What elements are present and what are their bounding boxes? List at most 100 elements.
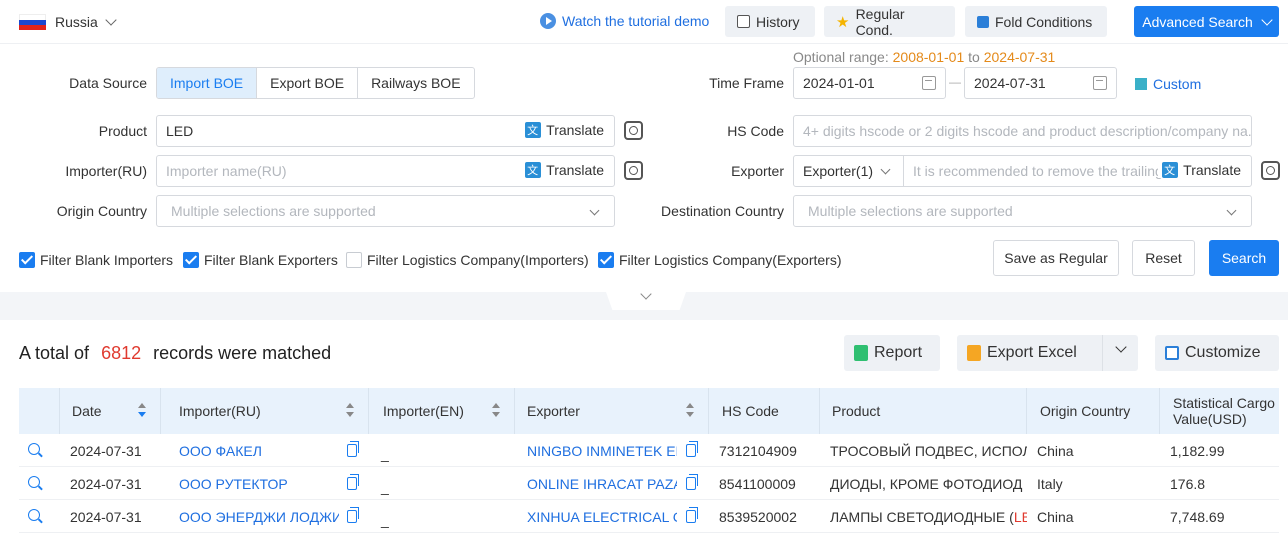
product-text: ЛАМПЫ СВЕТОДИОДНЫЕ (	[830, 508, 1014, 525]
sort-icon[interactable]	[492, 403, 500, 419]
cell-importer-ru[interactable]: ООО ФАКЕЛ	[169, 434, 339, 467]
checkbox-checked-icon	[19, 252, 35, 268]
column-header-exporter[interactable]: Exporter	[515, 388, 709, 434]
cell-value: 1,182.99	[1170, 442, 1225, 459]
chevron-down-icon	[1115, 341, 1127, 353]
product-input[interactable]: LED Translate	[156, 115, 615, 147]
reset-button[interactable]: Reset	[1132, 240, 1195, 276]
search-button[interactable]: Search	[1209, 240, 1279, 276]
exporter-search-icon[interactable]	[1261, 161, 1280, 180]
cell-date: 2024-07-31	[70, 475, 142, 492]
custom-range-link[interactable]: Custom	[1135, 76, 1201, 92]
copy-icon[interactable]	[347, 474, 359, 490]
date-separator: —	[949, 75, 961, 89]
date-from-input[interactable]: 2024-01-01	[793, 67, 946, 99]
origin-country-select[interactable]: Multiple selections are supported	[156, 195, 615, 227]
customize-button[interactable]: Customize	[1155, 335, 1279, 371]
cell-importer-ru[interactable]: ООО РУТЕКТОР	[169, 467, 339, 500]
date-from-value: 2024-01-01	[803, 75, 875, 91]
translate-label: Translate	[1183, 162, 1241, 178]
save-as-regular-button[interactable]: Save as Regular	[993, 240, 1119, 276]
regular-cond-button[interactable]: ★ Regular Cond.	[824, 6, 955, 38]
exporter-input[interactable]: It is recommended to remove the trailing…	[903, 155, 1252, 187]
export-boe-option[interactable]: Export BOE	[257, 68, 359, 98]
export-options-dropdown[interactable]	[1102, 335, 1138, 371]
fold-conditions-button[interactable]: Fold Conditions	[965, 6, 1107, 37]
russia-flag-icon	[19, 13, 46, 31]
exporter-translate-button[interactable]: Translate	[1158, 162, 1241, 178]
importer-search-icon[interactable]	[624, 161, 643, 180]
destination-country-select[interactable]: Multiple selections are supported	[793, 195, 1252, 227]
advanced-search-label: Advanced Search	[1142, 13, 1253, 30]
results-suffix: records were matched	[153, 343, 332, 363]
copy-icon[interactable]	[686, 507, 698, 523]
importer-translate-button[interactable]: Translate	[521, 162, 604, 178]
collapse-toggle[interactable]	[606, 292, 686, 310]
cell-hs-code: 7312104909	[719, 442, 797, 459]
filter-logistics-importers-checkbox[interactable]: Filter Logistics Company(Importers)	[346, 252, 589, 268]
import-boe-option[interactable]: Import BOE	[157, 68, 258, 98]
product-text: ТРОСОВЫЙ ПОДВЕС, ИСПОЛ	[830, 442, 1027, 459]
country-name: Russia	[55, 14, 98, 30]
cell-importer-en: _	[381, 511, 389, 528]
hs-code-input[interactable]: 4+ digits hscode or 2 digits hscode and …	[793, 115, 1252, 147]
custom-icon	[1135, 78, 1147, 90]
sort-icon[interactable]	[686, 403, 694, 419]
date-to-input[interactable]: 2024-07-31	[964, 67, 1117, 99]
hs-code-placeholder: 4+ digits hscode or 2 digits hscode and …	[803, 123, 1252, 139]
product-value: LED	[166, 123, 194, 139]
cell-exporter[interactable]: NINGBO INMINETEK EL	[517, 434, 677, 467]
report-icon	[854, 345, 868, 361]
filter-blank-importers-checkbox[interactable]: Filter Blank Importers	[19, 252, 173, 268]
calendar-icon	[1093, 76, 1107, 90]
cell-importer-ru[interactable]: ООО ЭНЕРДЖИ ЛОДЖИС	[169, 500, 339, 533]
origin-country-label: Origin Country	[56, 203, 147, 219]
table-header: Date Importer(RU) Importer(EN) Exporter …	[19, 388, 1279, 434]
history-button[interactable]: History	[725, 6, 815, 37]
column-header-label: Importer(EN)	[383, 403, 464, 419]
report-button[interactable]: Report	[844, 335, 940, 371]
translate-label: Translate	[546, 122, 604, 138]
cell-date: 2024-07-31	[70, 442, 142, 459]
report-label: Report	[874, 344, 923, 361]
exporter-type-select[interactable]: Exporter(1)	[793, 155, 904, 187]
calendar-icon	[922, 76, 936, 90]
export-excel-button[interactable]: Export Excel	[957, 335, 1102, 371]
copy-icon[interactable]	[686, 441, 698, 457]
copy-icon[interactable]	[347, 507, 359, 523]
filter-blank-exporters-checkbox[interactable]: Filter Blank Exporters	[183, 252, 338, 268]
country-selector[interactable]: Russia	[19, 12, 117, 32]
cell-exporter[interactable]: ONLINE IHRACAT PAZA	[517, 467, 677, 500]
cell-exporter[interactable]: XINHUA ELECTRICAL C	[517, 500, 677, 533]
column-header-label: Importer(RU)	[179, 403, 261, 419]
date-to-value: 2024-07-31	[974, 75, 1046, 91]
column-header-value: Statistical Cargo Value(USD)	[1173, 395, 1275, 427]
view-detail-icon[interactable]	[28, 509, 40, 521]
cell-origin: China	[1037, 442, 1074, 459]
importer-input[interactable]: Importer name(RU) Translate	[156, 155, 615, 187]
product-search-icon[interactable]	[624, 121, 643, 140]
sort-icon[interactable]	[346, 403, 354, 419]
translate-icon	[1162, 162, 1179, 178]
view-detail-icon[interactable]	[28, 443, 40, 455]
copy-icon[interactable]	[686, 474, 698, 490]
product-translate-button[interactable]: Translate	[521, 122, 604, 138]
tutorial-link[interactable]: Watch the tutorial demo	[540, 13, 709, 29]
importer-placeholder: Importer name(RU)	[166, 163, 287, 179]
column-header-importer-ru[interactable]: Importer(RU)	[161, 388, 369, 434]
column-header-importer-en[interactable]: Importer(EN)	[369, 388, 515, 434]
filter-label: Filter Blank Exporters	[204, 252, 338, 268]
product-label: Product	[98, 123, 147, 139]
view-detail-icon[interactable]	[28, 476, 40, 488]
cell-value: 176.8	[1170, 475, 1206, 492]
railways-boe-option[interactable]: Railways BOE	[358, 68, 473, 98]
optional-range-to-word: to	[968, 49, 980, 65]
advanced-search-button[interactable]: Advanced Search	[1134, 6, 1279, 37]
copy-icon[interactable]	[347, 441, 359, 457]
table-row: 2024-07-31 ООО РУТЕКТОР _ ONLINE IHRACAT…	[19, 467, 1279, 500]
column-header-origin: Origin Country	[1027, 388, 1160, 434]
sort-icon[interactable]	[138, 403, 146, 419]
custom-label: Custom	[1153, 76, 1202, 92]
column-header-date[interactable]: Date	[60, 388, 161, 434]
filter-logistics-exporters-checkbox[interactable]: Filter Logistics Company(Exporters)	[598, 252, 842, 268]
